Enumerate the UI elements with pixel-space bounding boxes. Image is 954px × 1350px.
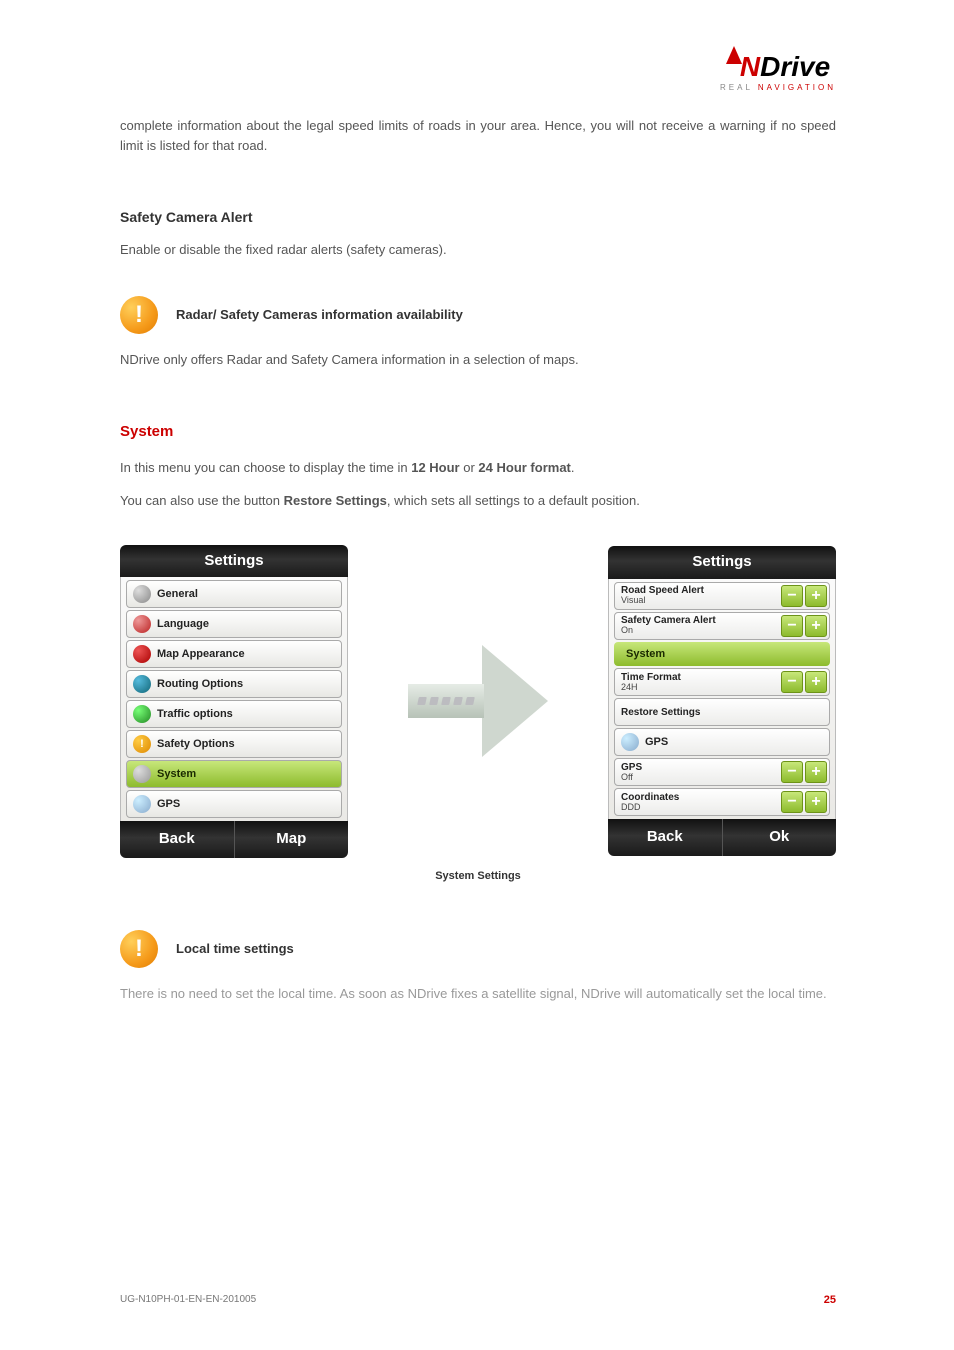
screenshot-right: Settings Road Speed AlertVisual −+ Safet…: [608, 546, 836, 856]
setting-coordinates[interactable]: CoordinatesDDD −+: [614, 788, 830, 816]
screenshots-row: Settings General Language Map Appearance…: [120, 545, 836, 858]
ok-button[interactable]: Ok: [723, 819, 837, 856]
safety-camera-text: Enable or disable the fixed radar alerts…: [120, 240, 836, 260]
menu-system-selected[interactable]: System: [126, 760, 342, 788]
plus-button[interactable]: +: [805, 791, 827, 813]
alert-icon: !: [120, 296, 158, 334]
plus-button[interactable]: +: [805, 671, 827, 693]
group-label: System: [626, 646, 665, 663]
menu-label: Traffic options: [157, 706, 233, 723]
doc-id: UG-N10PH-01-EN-EN-201005: [120, 1294, 256, 1306]
menu-label: GPS: [157, 796, 180, 813]
gear-icon: [133, 585, 151, 603]
back-button[interactable]: Back: [120, 821, 235, 858]
gps-icon: [621, 733, 639, 751]
menu-language[interactable]: Language: [126, 610, 342, 638]
screenshot-left: Settings General Language Map Appearance…: [120, 545, 348, 858]
page-footer: UG-N10PH-01-EN-EN-201005 25: [120, 1294, 836, 1306]
menu-label: Safety Options: [157, 736, 235, 753]
arrow-dots-icon: [418, 697, 474, 705]
intro-paragraph: complete information about the legal spe…: [120, 116, 836, 155]
arrow-graphic: [348, 645, 608, 757]
callout-radar: ! Radar/ Safety Cameras information avai…: [120, 296, 836, 334]
callout-localtime-text: There is no need to set the local time. …: [120, 984, 836, 1004]
minus-button[interactable]: −: [781, 671, 803, 693]
brand-logo: NDrive REAL NAVIGATION: [720, 46, 836, 92]
minus-button[interactable]: −: [781, 585, 803, 607]
back-button[interactable]: Back: [608, 819, 723, 856]
gps-icon: [133, 795, 151, 813]
page-number: 25: [824, 1294, 836, 1306]
menu-label: General: [157, 586, 198, 603]
heading-system: System: [120, 421, 836, 444]
group-system: System: [614, 642, 830, 667]
logo-n: N: [740, 51, 760, 82]
group-label: GPS: [645, 734, 668, 751]
screen-title: Settings: [120, 545, 348, 578]
heading-safety-camera: Safety Camera Alert: [120, 207, 836, 228]
callout-radar-text: NDrive only offers Radar and Safety Came…: [120, 350, 836, 370]
minus-button[interactable]: −: [781, 615, 803, 637]
minus-button[interactable]: −: [781, 761, 803, 783]
setting-time-format[interactable]: Time Format24H −+: [614, 668, 830, 696]
plus-button[interactable]: +: [805, 761, 827, 783]
setting-value: On: [621, 626, 781, 636]
callout-localtime-title: Local time settings: [176, 939, 294, 959]
system-icon: [133, 765, 151, 783]
system-line1: In this menu you can choose to display t…: [120, 458, 836, 478]
menu-label: System: [157, 766, 196, 783]
menu-routing[interactable]: Routing Options: [126, 670, 342, 698]
setting-value: Visual: [621, 596, 781, 606]
plus-button[interactable]: +: [805, 585, 827, 607]
safety-icon: !: [133, 735, 151, 753]
arrow-triangle-icon: [482, 645, 548, 757]
setting-safety-camera[interactable]: Safety Camera AlertOn −+: [614, 612, 830, 640]
logo-text: NDrive: [720, 46, 836, 83]
menu-safety[interactable]: ! Safety Options: [126, 730, 342, 758]
setting-label: GPS: [621, 762, 781, 773]
alert-icon: !: [120, 930, 158, 968]
screen-title: Settings: [608, 546, 836, 579]
menu-label: Map Appearance: [157, 646, 245, 663]
route-icon: [133, 675, 151, 693]
setting-label: Safety Camera Alert: [621, 615, 781, 626]
traffic-icon: [133, 705, 151, 723]
setting-label: Restore Settings: [621, 707, 827, 718]
system-line2: You can also use the button Restore Sett…: [120, 491, 836, 511]
callout-radar-title: Radar/ Safety Cameras information availa…: [176, 305, 463, 325]
menu-label: Language: [157, 616, 209, 633]
menu-general[interactable]: General: [126, 580, 342, 608]
setting-value: Off: [621, 773, 781, 783]
flag-icon: [133, 615, 151, 633]
logo-subtitle: REAL NAVIGATION: [720, 83, 836, 92]
menu-traffic[interactable]: Traffic options: [126, 700, 342, 728]
plus-button[interactable]: +: [805, 615, 827, 637]
map-icon: [133, 645, 151, 663]
setting-label: Coordinates: [621, 792, 781, 803]
setting-restore[interactable]: Restore Settings: [614, 698, 830, 726]
callout-localtime: ! Local time settings: [120, 930, 836, 968]
map-button[interactable]: Map: [235, 821, 349, 858]
logo-rest: Drive: [760, 51, 830, 82]
menu-label: Routing Options: [157, 676, 243, 693]
setting-label: Time Format: [621, 672, 781, 683]
setting-road-speed[interactable]: Road Speed AlertVisual −+: [614, 582, 830, 610]
menu-gps[interactable]: GPS: [126, 790, 342, 818]
setting-label: Road Speed Alert: [621, 585, 781, 596]
setting-value: 24H: [621, 683, 781, 693]
screenshot-caption: System Settings: [120, 868, 836, 885]
menu-map-appearance[interactable]: Map Appearance: [126, 640, 342, 668]
group-gps: GPS: [614, 728, 830, 756]
button-bar: Back Map: [120, 821, 348, 858]
setting-value: DDD: [621, 803, 781, 813]
minus-button[interactable]: −: [781, 791, 803, 813]
setting-gps[interactable]: GPSOff −+: [614, 758, 830, 786]
button-bar: Back Ok: [608, 819, 836, 856]
